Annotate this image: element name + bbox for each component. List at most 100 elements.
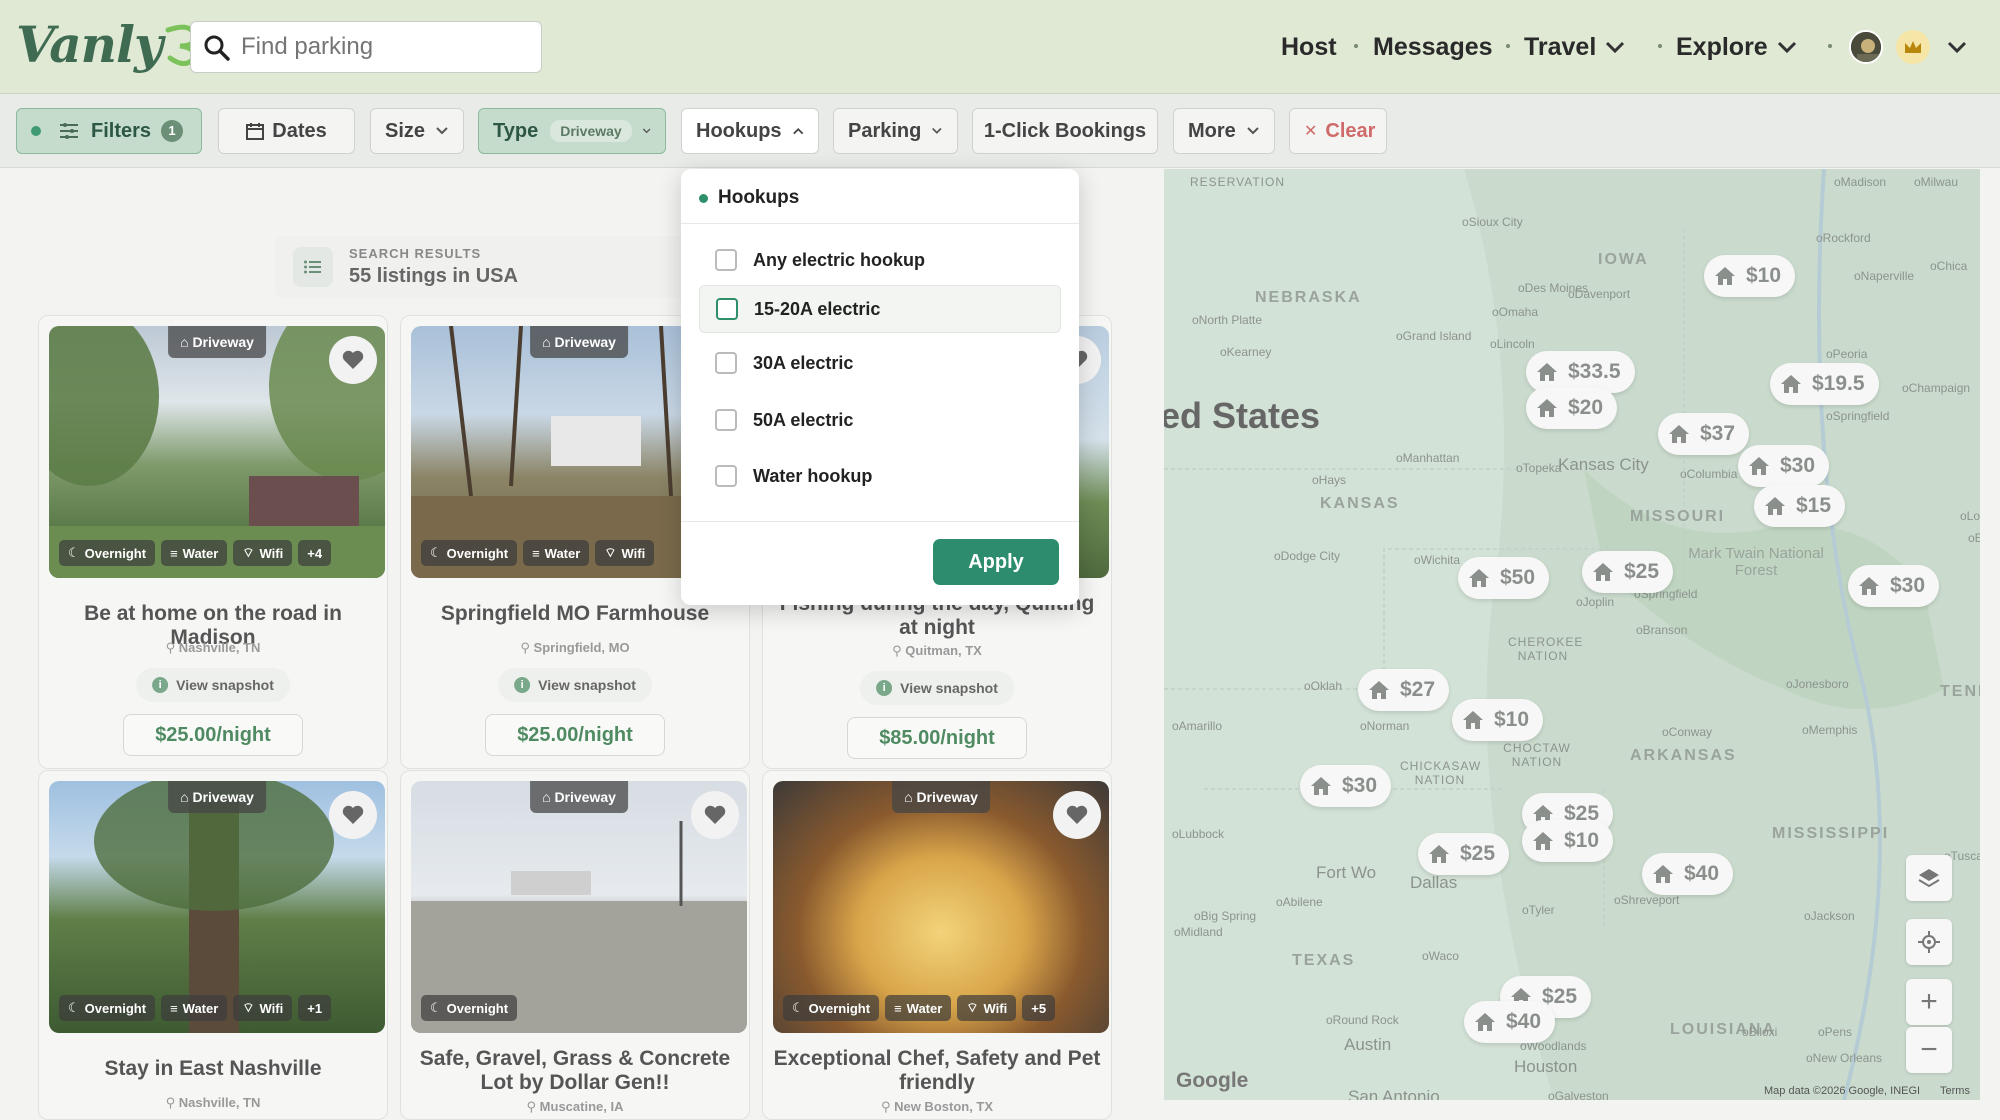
amenities-row: ☾ Overnight ≡ Water ⌔ Wifi xyxy=(421,540,655,566)
listing-price[interactable]: $85.00/night xyxy=(847,717,1027,759)
map-terms-link[interactable]: Terms xyxy=(1940,1085,1970,1097)
map-view[interactable]: NEBRASKA IOWA KANSAS MISSOURI ARKANSAS T… xyxy=(1164,169,1980,1100)
listing-photo[interactable]: ⌂ Driveway ☾ Overnight ≡ Water ⌔ Wifi +5 xyxy=(773,781,1109,1033)
parking-button[interactable]: Parking xyxy=(833,108,958,154)
price-marker[interactable]: $30 xyxy=(1738,445,1830,487)
nav-separator xyxy=(1658,44,1662,48)
option-15-20a-electric[interactable]: 15-20A electric xyxy=(699,285,1061,333)
nav-explore[interactable]: Explore xyxy=(1676,0,1798,94)
favorite-button[interactable] xyxy=(691,791,739,839)
listing-price[interactable]: $25.00/night xyxy=(485,714,665,756)
zoom-in-button[interactable]: + xyxy=(1906,979,1952,1025)
water-icon: ≡ xyxy=(894,1000,902,1016)
map-region-label: RESERVATION xyxy=(1190,175,1286,189)
clear-button[interactable]: ✕ Clear xyxy=(1289,108,1387,154)
listing-card[interactable]: ⌂ Driveway ☾ Overnight ≡ Water ⌔ Wifi +5 Ex… xyxy=(762,770,1112,1120)
view-snapshot-button[interactable]: i View snapshot xyxy=(860,671,1014,705)
favorite-button[interactable] xyxy=(1053,791,1101,839)
layers-icon xyxy=(1918,869,1940,888)
price-marker-label: $10 xyxy=(1564,829,1600,852)
price-marker[interactable]: $25 xyxy=(1418,833,1510,875)
map-city-label: oBiloxi xyxy=(1742,1025,1778,1039)
more-button[interactable]: More xyxy=(1173,108,1275,154)
map-city-label: oMemphis xyxy=(1802,723,1858,737)
map-city-label: oColumbia xyxy=(1680,467,1738,481)
listing-photo[interactable]: ⌂ Driveway ☾ Overnight ≡ Water ⌔ Wifi +1 xyxy=(49,781,385,1033)
favorite-button[interactable] xyxy=(329,791,377,839)
price-marker[interactable]: $50 xyxy=(1458,557,1550,599)
nav-host[interactable]: Host xyxy=(1281,0,1337,94)
nav-separator xyxy=(1828,44,1832,48)
map-layers-button[interactable] xyxy=(1906,855,1952,901)
price-marker[interactable]: $30 xyxy=(1848,565,1940,607)
map-city-label: oEvansv xyxy=(1968,531,1980,545)
locate-me-button[interactable] xyxy=(1906,919,1952,965)
price-marker[interactable]: $10 xyxy=(1704,255,1796,297)
favorite-button[interactable] xyxy=(329,336,377,384)
map-state-label: NEBRASKA xyxy=(1255,289,1362,306)
option-30a-electric[interactable]: 30A electric xyxy=(699,339,1061,387)
price-marker[interactable]: $25 xyxy=(1582,551,1674,593)
map-city-label: oLincoln xyxy=(1490,337,1535,351)
one-click-bookings-button[interactable]: 1-Click Bookings xyxy=(972,108,1158,154)
search-input[interactable] xyxy=(241,33,521,61)
listing-price[interactable]: $25.00/night xyxy=(123,714,303,756)
listing-title[interactable]: Stay in East Nashville xyxy=(39,1057,387,1081)
price-marker-label: $15 xyxy=(1796,494,1832,517)
price-marker[interactable]: $15 xyxy=(1754,485,1846,527)
listing-photo[interactable]: ⌂ Driveway ☾ Overnight xyxy=(411,781,747,1033)
listing-title[interactable]: Springfield MO Farmhouse xyxy=(401,602,749,626)
listing-title[interactable]: Exceptional Chef, Safety and Pet friendl… xyxy=(763,1047,1111,1095)
map-city-label: Dallas xyxy=(1410,873,1458,892)
user-avatar[interactable] xyxy=(1849,30,1883,64)
amenity-chip: ≡ Water xyxy=(161,540,228,566)
map-city-label: oPeoria xyxy=(1826,347,1868,361)
price-marker[interactable]: $40 xyxy=(1464,1001,1556,1043)
listing-title[interactable]: Safe, Gravel, Grass & Concrete Lot by Do… xyxy=(401,1047,749,1095)
nav-travel[interactable]: Travel xyxy=(1524,0,1626,94)
search-box[interactable] xyxy=(190,21,542,73)
checkbox[interactable] xyxy=(716,298,738,320)
account-menu-chevron-icon[interactable] xyxy=(1946,40,1968,54)
map-city-label: oBranson xyxy=(1636,623,1688,637)
price-marker[interactable]: $20 xyxy=(1526,387,1618,429)
checkbox[interactable] xyxy=(715,352,737,374)
moon-icon: ☾ xyxy=(68,545,80,560)
type-button[interactable]: Type Driveway xyxy=(478,108,666,154)
price-marker[interactable]: $40 xyxy=(1642,853,1734,895)
listing-card[interactable]: ⌂ Driveway ☾ Overnight ≡ Water ⌔ Wifi +1 St… xyxy=(38,770,388,1120)
price-marker[interactable]: $19.5 xyxy=(1770,363,1879,405)
map-city-label: oJonesboro xyxy=(1786,677,1849,691)
option-water-hookup[interactable]: Water hookup xyxy=(699,452,1061,500)
map-city-label: oSpringfield xyxy=(1826,409,1890,423)
view-snapshot-button[interactable]: i View snapshot xyxy=(136,668,290,702)
listing-card[interactable]: ⌂ Driveway ☾ Overnight Safe, Gravel, Gras… xyxy=(400,770,750,1120)
dates-button[interactable]: Dates xyxy=(218,108,355,154)
checkbox[interactable] xyxy=(715,249,737,271)
price-marker[interactable]: $27 xyxy=(1358,669,1450,711)
checkbox[interactable] xyxy=(715,465,737,487)
price-marker[interactable]: $10 xyxy=(1522,820,1614,862)
listing-card[interactable]: ⌂ Driveway ☾ Overnight ≡ Water ⌔ Wifi +4 Be… xyxy=(38,315,388,769)
map-city-label: oDodge City xyxy=(1274,549,1341,563)
listing-type-tag: ⌂ Driveway xyxy=(168,326,266,358)
checkbox[interactable] xyxy=(715,409,737,431)
amenities-row: ☾ Overnight ≡ Water ⌔ Wifi +4 xyxy=(59,540,332,566)
option-50a-electric[interactable]: 50A electric xyxy=(699,396,1061,444)
zoom-out-button[interactable]: − xyxy=(1906,1027,1952,1073)
price-marker[interactable]: $30 xyxy=(1300,765,1392,807)
price-marker[interactable]: $10 xyxy=(1452,699,1544,741)
hookups-button[interactable]: Hookups xyxy=(681,108,819,154)
option-any-electric[interactable]: Any electric hookup xyxy=(699,236,1061,284)
size-button[interactable]: Size xyxy=(370,108,464,154)
view-snapshot-button[interactable]: i View snapshot xyxy=(498,668,652,702)
vanly-logo[interactable]: Vanly xyxy=(16,14,202,74)
listing-photo[interactable]: ⌂ Driveway ☾ Overnight ≡ Water ⌔ Wifi +4 xyxy=(49,326,385,578)
filters-button[interactable]: Filters 1 xyxy=(16,108,202,154)
home-icon xyxy=(1311,777,1331,795)
nav-travel-label: Travel xyxy=(1524,32,1597,61)
apply-button[interactable]: Apply xyxy=(933,539,1059,585)
price-marker[interactable]: $37 xyxy=(1658,413,1750,455)
nav-messages[interactable]: Messages xyxy=(1373,0,1493,94)
membership-badge[interactable] xyxy=(1896,30,1930,64)
